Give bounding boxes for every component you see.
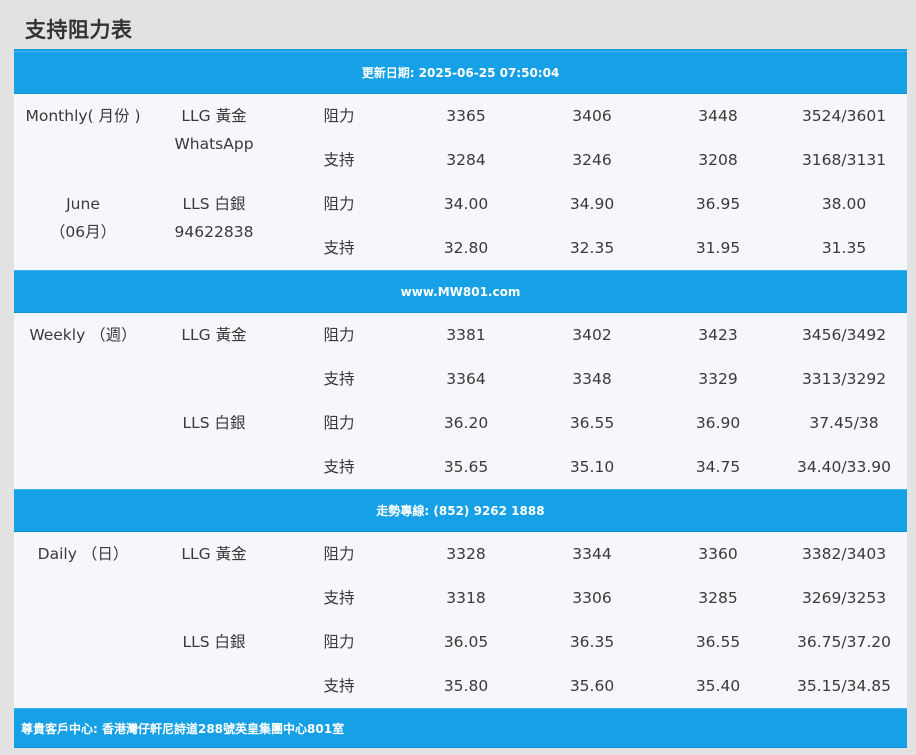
table-row: 支持 32.80 32.35 31.95 31.35	[14, 226, 907, 270]
value-cell: 35.15/34.85	[797, 677, 891, 695]
row-type-label: 支持	[323, 370, 355, 388]
website-band[interactable]: www.MW801.com	[14, 270, 907, 313]
support-resistance-table: 更新日期: 2025-06-25 07:50:04 Monthly( 月份 ) …	[14, 51, 907, 748]
value-cell: 3269/3253	[801, 589, 887, 607]
value-cell: 36.90	[695, 414, 741, 432]
value-cell: 31.95	[695, 239, 741, 257]
value-cell: 3456/3492	[801, 326, 887, 344]
table-row: 阻力 3365 3406 3448 3524/3601	[14, 94, 907, 138]
table-row: 阻力 3328 3344 3360 3382/3403	[14, 532, 907, 576]
value-cell: 35.40	[695, 677, 741, 695]
value-cell: 36.75/37.20	[797, 633, 891, 651]
table-row: 支持 35.65 35.10 34.75 34.40/33.90	[14, 445, 907, 489]
value-cell: 3402	[572, 326, 612, 344]
value-cell: 3306	[572, 589, 612, 607]
value-cell: 3524/3601	[801, 107, 887, 125]
value-cell: 36.35	[569, 633, 615, 651]
row-type-label: 阻力	[323, 107, 355, 125]
value-cell: 3381	[446, 326, 486, 344]
value-cell: 3246	[572, 151, 612, 169]
value-cell: 36.55	[695, 633, 741, 651]
value-cell: 3328	[446, 545, 486, 563]
weekly-section: Weekly （週） LLG 黃金 LLS 白銀 阻力 3381 3402 34…	[14, 313, 907, 489]
table-row: 阻力 36.20 36.55 36.90 37.45/38	[14, 401, 907, 445]
row-type-label: 支持	[323, 239, 355, 257]
table-row: 支持 3284 3246 3208 3168/3131	[14, 138, 907, 182]
row-type-label: 支持	[323, 458, 355, 476]
value-cell: 3168/3131	[801, 151, 887, 169]
updated-date-band: 更新日期: 2025-06-25 07:50:04	[14, 51, 907, 94]
value-cell: 3284	[446, 151, 486, 169]
value-cell: 3318	[446, 589, 486, 607]
value-cell: 34.90	[569, 195, 615, 213]
value-cell: 3448	[698, 107, 738, 125]
daily-section: Daily （日） LLG 黃金 LLS 白銀 阻力 3328 3344 336…	[14, 532, 907, 708]
value-cell: 31.35	[821, 239, 867, 257]
address-band: 尊貴客戶中心: 香港灣仔軒尼詩道288號英皇集團中心801室	[14, 708, 907, 748]
value-cell: 32.80	[443, 239, 489, 257]
row-type-label: 阻力	[323, 195, 355, 213]
value-cell: 32.35	[569, 239, 615, 257]
value-cell: 3348	[572, 370, 612, 388]
table-row: 阻力 36.05 36.35 36.55 36.75/37.20	[14, 620, 907, 664]
value-cell: 3360	[698, 545, 738, 563]
value-cell: 36.95	[695, 195, 741, 213]
value-cell: 3285	[698, 589, 738, 607]
table-row: 阻力 34.00 34.90 36.95 38.00	[14, 182, 907, 226]
row-type-label: 支持	[323, 677, 355, 695]
value-cell: 3329	[698, 370, 738, 388]
value-cell: 35.80	[443, 677, 489, 695]
value-cell: 34.75	[695, 458, 741, 476]
value-cell: 34.00	[443, 195, 489, 213]
row-type-label: 阻力	[323, 633, 355, 651]
value-cell: 3313/3292	[801, 370, 887, 388]
value-cell: 38.00	[821, 195, 867, 213]
monthly-section: Monthly( 月份 ) June （06月） LLG 黃金 WhatsApp…	[14, 94, 907, 270]
value-cell: 3382/3403	[801, 545, 887, 563]
hotline-band: 走勢專線: (852) 9262 1888	[14, 489, 907, 532]
value-cell: 35.10	[569, 458, 615, 476]
value-cell: 3364	[446, 370, 486, 388]
table-row: 支持 35.80 35.60 35.40 35.15/34.85	[14, 664, 907, 708]
value-cell: 36.55	[569, 414, 615, 432]
value-cell: 37.45/38	[809, 414, 879, 432]
row-type-label: 阻力	[323, 326, 355, 344]
value-cell: 34.40/33.90	[797, 458, 891, 476]
table-row: 支持 3364 3348 3329 3313/3292	[14, 357, 907, 401]
table-row: 阻力 3381 3402 3423 3456/3492	[14, 313, 907, 357]
row-type-label: 阻力	[323, 545, 355, 563]
value-cell: 36.20	[443, 414, 489, 432]
page-title: 支持阻力表	[25, 18, 133, 42]
table-row: 支持 3318 3306 3285 3269/3253	[14, 576, 907, 620]
value-cell: 3208	[698, 151, 738, 169]
value-cell: 3406	[572, 107, 612, 125]
value-cell: 35.65	[443, 458, 489, 476]
row-type-label: 支持	[323, 151, 355, 169]
row-type-label: 阻力	[323, 414, 355, 432]
value-cell: 3365	[446, 107, 486, 125]
value-cell: 35.60	[569, 677, 615, 695]
value-cell: 3344	[572, 545, 612, 563]
value-cell: 36.05	[443, 633, 489, 651]
row-type-label: 支持	[323, 589, 355, 607]
value-cell: 3423	[698, 326, 738, 344]
